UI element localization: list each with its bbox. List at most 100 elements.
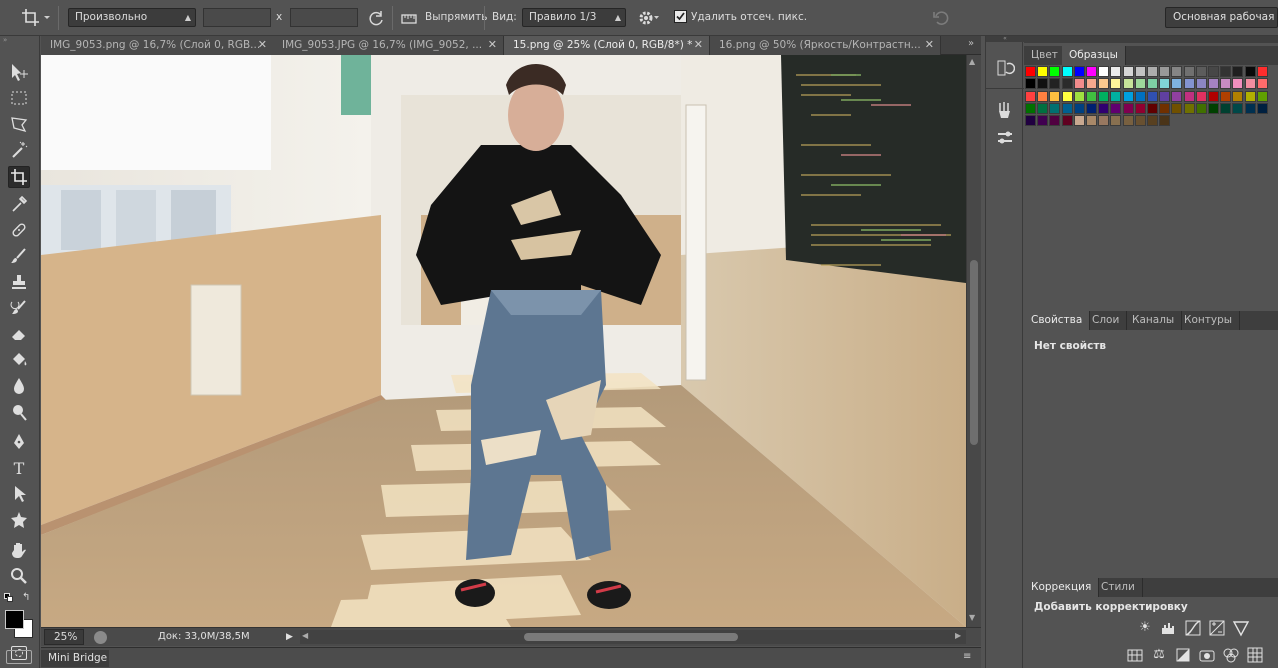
tab-img-9053-png[interactable]: IMG_9053.png @ 16,7% (Слой 0, RGB... ✕ [41,36,274,55]
color-swatch[interactable] [1159,102,1171,114]
color-swatch[interactable] [1159,115,1171,127]
color-swatch[interactable] [1159,78,1171,90]
color-swatch[interactable] [1122,90,1134,102]
history-brush-tool-icon[interactable] [8,298,30,320]
collapse-icon[interactable]: » [3,37,37,44]
delete-cropped-checkbox[interactable] [674,10,687,23]
color-swatch[interactable] [1086,115,1097,127]
color-swatch[interactable] [1159,90,1171,102]
history-icon[interactable] [995,58,1016,78]
brush-tool-icon[interactable] [8,246,30,268]
color-swatch[interactable] [1037,102,1049,114]
panel-menu-icon[interactable]: ≡ [963,651,971,662]
color-swatch[interactable] [1110,90,1122,102]
straighten-button[interactable]: Выпрямить [425,11,487,23]
dodge-tool-icon[interactable] [8,402,30,424]
color-swatch[interactable] [1086,90,1097,102]
color-swatch[interactable] [1220,102,1232,114]
crop-tool-preset-icon[interactable] [20,7,50,27]
color-swatch[interactable] [1147,90,1158,102]
color-swatch[interactable] [1073,102,1085,114]
color-swatch[interactable] [1171,78,1183,90]
scroll-thumb[interactable] [970,260,978,445]
photo-filter-icon[interactable] [1198,646,1216,664]
color-swatch[interactable] [1195,90,1207,102]
color-swatch[interactable] [1220,78,1232,90]
color-swatch[interactable] [1256,78,1268,90]
color-swatch[interactable] [1025,102,1036,114]
color-swatch[interactable] [1086,78,1097,90]
swap-colors-icon[interactable]: ↰ [22,592,30,603]
color-swatch[interactable] [1049,78,1061,90]
eraser-tool-icon[interactable] [8,324,30,346]
color-swatch[interactable] [1098,115,1110,127]
color-swatch[interactable] [1256,66,1268,77]
close-icon[interactable]: ✕ [694,36,703,54]
tab-channels[interactable]: Каналы [1125,311,1183,330]
document-canvas[interactable] [41,55,966,627]
color-swatch[interactable] [1208,66,1219,77]
color-swatch[interactable] [1171,66,1183,77]
tab-layers[interactable]: Слои [1085,311,1128,330]
color-swatch[interactable] [1171,90,1183,102]
color-swatch[interactable] [1220,90,1232,102]
pen-tool-icon[interactable] [8,432,30,454]
color-swatch[interactable] [1147,102,1158,114]
color-balance-icon[interactable]: ⚖ [1150,646,1168,664]
color-swatch[interactable] [1208,90,1219,102]
color-swatch[interactable] [1122,102,1134,114]
tab-15-png[interactable]: 15.png @ 25% (Слой 0, RGB/8*) * ✕ [504,36,710,55]
color-swatch[interactable] [1025,90,1036,102]
tabs-overflow-icon[interactable]: » [968,38,974,49]
status-menu-arrow-icon[interactable]: ▶ [286,632,293,642]
path-selection-tool-icon[interactable] [8,484,30,506]
workspace-switcher[interactable]: Основная рабочая сред [1165,7,1278,28]
color-swatch[interactable] [1098,90,1110,102]
color-swatch[interactable] [1037,90,1049,102]
foreground-color-swatch[interactable] [5,610,24,629]
tab-styles[interactable]: Стили [1094,578,1143,597]
color-swatch[interactable] [1159,66,1171,77]
horizontal-scrollbar[interactable]: ◀ ▶ [300,630,966,644]
black-white-icon[interactable] [1174,646,1192,664]
clone-source-icon[interactable] [995,128,1015,148]
color-swatch[interactable] [1122,115,1134,127]
eyedropper-tool-icon[interactable] [8,194,30,216]
straighten-icon[interactable] [400,9,418,27]
healing-brush-tool-icon[interactable] [8,220,30,242]
color-swatch[interactable] [1147,115,1158,127]
color-swatch[interactable] [1073,78,1085,90]
color-swatch[interactable] [1183,78,1195,90]
color-swatch[interactable] [1244,102,1256,114]
close-icon[interactable]: ✕ [488,36,497,54]
color-swatch[interactable] [1110,78,1122,90]
tab-img-9053-jpg[interactable]: IMG_9053.JPG @ 16,7% (IMG_9052, ... ✕ [273,36,504,55]
color-lookup-icon[interactable] [1246,646,1264,664]
default-colors-icon[interactable] [4,593,14,603]
color-swatch[interactable] [1122,78,1134,90]
swap-icon[interactable] [367,9,385,27]
color-swatch[interactable] [1208,102,1219,114]
tab-adjustments[interactable]: Коррекция [1024,578,1100,597]
color-swatch[interactable] [1244,90,1256,102]
color-swatch[interactable] [1098,78,1110,90]
color-swatch[interactable] [1025,66,1036,77]
hue-saturation-icon[interactable] [1126,646,1144,664]
color-swatch[interactable] [1183,102,1195,114]
hscroll-thumb[interactable] [524,633,738,641]
collapse-icon[interactable]: « [986,36,1024,42]
levels-icon[interactable] [1160,619,1178,637]
color-swatch[interactable] [1134,90,1146,102]
color-swatch[interactable] [1037,66,1049,77]
tab-paths[interactable]: Контуры [1177,311,1241,330]
scroll-right-icon[interactable]: ▶ [955,631,961,640]
color-swatch[interactable] [1098,102,1110,114]
color-swatch[interactable] [1086,66,1097,77]
color-swatch[interactable] [1183,66,1195,77]
close-icon[interactable]: ✕ [925,36,934,54]
scroll-up-icon[interactable]: ▲ [969,57,975,66]
color-swatch[interactable] [1049,90,1061,102]
color-swatch[interactable] [1061,90,1073,102]
color-swatch[interactable] [1025,115,1036,127]
color-swatch[interactable] [1122,66,1134,77]
